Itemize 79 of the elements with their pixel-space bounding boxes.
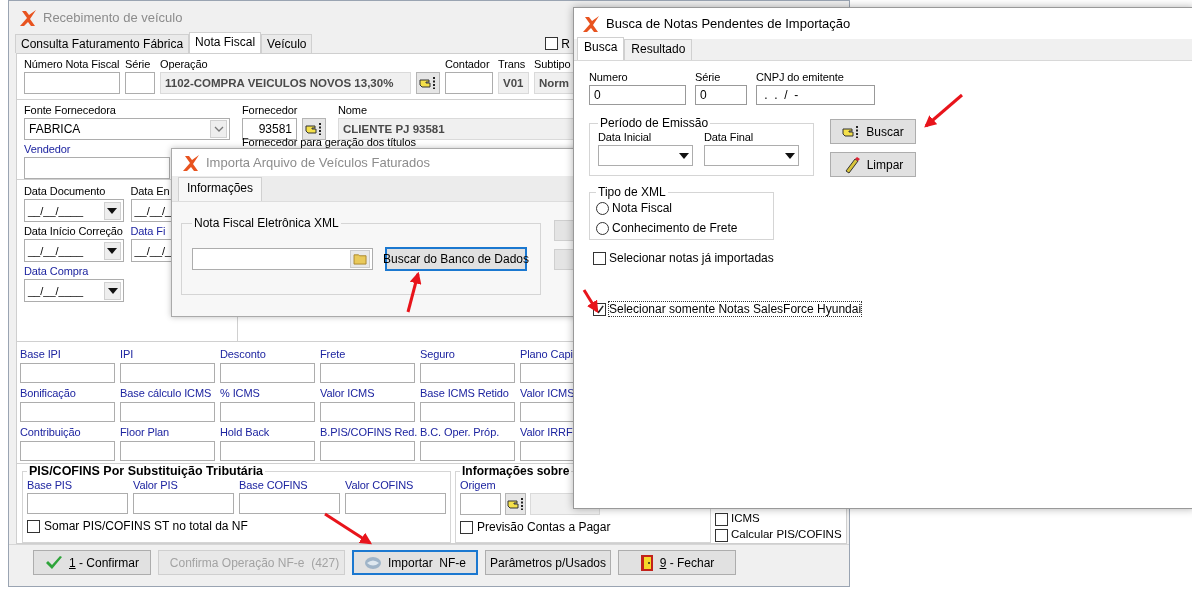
field-label: Série — [125, 57, 152, 72]
tab[interactable]: Consulta Faturamento Fábrica — [15, 34, 190, 53]
date-field[interactable]: __/__/____ — [24, 279, 124, 302]
tab[interactable]: Veículo — [261, 34, 313, 53]
field-label: Número Nota Fiscal — [24, 57, 120, 72]
window-title: Recebimento de veículo — [43, 10, 183, 25]
field-label: B.PIS/COFINS Red. — [320, 425, 415, 440]
window-title: Importa Arquivo de Veículos Faturados — [206, 155, 430, 170]
field-label: Frete — [320, 347, 347, 362]
action-button[interactable]: 9 - Fechar — [618, 550, 736, 575]
field-label: Trans — [498, 57, 527, 72]
dropdown-field[interactable]: FABRICA — [24, 118, 230, 140]
text-field[interactable]: 0 — [589, 85, 686, 105]
field-label: Data En — [130, 184, 170, 199]
field-label: Valor ICMS — [320, 386, 376, 401]
field-label: Floor Plan — [120, 425, 171, 440]
field-label: Origem — [460, 479, 496, 491]
tab[interactable]: Resultado — [624, 39, 693, 60]
read-only-field: 1102-COMPRA VEICULOS NOVOS 13,30% — [160, 72, 411, 94]
checkbox-label: ICMS — [731, 512, 760, 525]
field-label: Série — [695, 70, 722, 85]
field-label: Base COFINS — [239, 478, 309, 493]
field-label: Fornecedor — [242, 103, 299, 118]
field-label: Base PIS — [27, 478, 74, 493]
field-label: IPI — [120, 347, 135, 362]
checkbox-label: Calcular PIS/COFINS — [731, 528, 842, 541]
field-label: Valor IRRF — [520, 425, 574, 440]
field-label: % ICMS — [220, 386, 261, 401]
search-action-button[interactable]: Limpar — [830, 152, 916, 177]
action-button[interactable]: Parâmetros p/Usados — [485, 550, 611, 575]
group-title: Nota Fiscal Eletrônica XML — [193, 216, 340, 230]
checkbox-label: Previsão Contas a Pagar — [477, 520, 611, 534]
read-only-field: V01 — [498, 72, 529, 94]
field-label: Plano Capi — [520, 347, 574, 362]
action-button[interactable]: 1 - Confirmar — [33, 550, 151, 575]
field-label: Data Documento — [24, 184, 106, 199]
field-label: CNPJ do emitente — [756, 70, 845, 85]
radio-label: Nota Fiscal — [612, 201, 673, 215]
checkbox-label: Selecionar notas já importadas — [609, 251, 774, 265]
field-label: Base ICMS Retido — [420, 386, 510, 401]
field-label[interactable]: Data Fi — [130, 224, 166, 239]
field-label: Data Final — [704, 130, 755, 145]
field-label: Desconto — [220, 347, 267, 362]
checkbox-label: Somar PIS/COFINS ST no total da NF — [44, 519, 248, 533]
group-title: Informações sobre — [461, 464, 571, 478]
text-field[interactable]: . . / - — [756, 85, 875, 105]
field-label[interactable]: Vendedor — [24, 142, 170, 157]
tab[interactable]: Nota Fiscal — [189, 32, 262, 53]
field-label: Base cálculo ICMS — [120, 386, 213, 401]
checkbox-label: Selecionar somente Notas SalesForce Hyundai — [609, 302, 862, 316]
field-label: Contador — [445, 57, 491, 72]
field-label: Operação — [160, 57, 209, 72]
field-label: Data Início Correção — [24, 224, 123, 239]
search-action-button[interactable]: Buscar — [830, 119, 916, 144]
group-title: PIS/COFINS Por Substituição Tributária — [28, 464, 265, 478]
group-title: Período de Emissão — [599, 116, 710, 130]
field-label: Fonte Fornecedora — [24, 103, 117, 118]
group-title: Tipo de XML — [597, 185, 667, 199]
date-field[interactable]: __/__/____ — [24, 239, 124, 262]
action-button[interactable]: Importar NF-e — [352, 550, 478, 575]
date-field[interactable]: __/__/____ — [24, 199, 124, 222]
field-label: Valor COFINS — [345, 478, 415, 493]
window-title: Busca de Notas Pendentes de Importação — [606, 16, 851, 31]
field-label[interactable]: Data Compra — [24, 264, 89, 279]
field-label: Data Inicial — [598, 130, 653, 145]
field-label: Nome — [338, 103, 368, 118]
field-label: Base IPI — [20, 347, 62, 362]
field-label: Contribuição — [20, 425, 82, 440]
tab[interactable]: Busca — [577, 37, 625, 60]
field-label: Valor PIS — [133, 478, 179, 493]
tab[interactable]: Informações — [178, 177, 263, 201]
field-label: B.C. Oper. Próp. — [420, 425, 501, 440]
field-label: Hold Back — [220, 425, 271, 440]
field-label: Subtipo — [534, 57, 572, 72]
checkbox-label: R — [561, 36, 570, 51]
text-field[interactable]: 0 — [695, 85, 747, 105]
field-label: Seguro — [420, 347, 456, 362]
field-label: Bonificação — [20, 386, 77, 401]
radio-label: Conhecimento de Frete — [612, 221, 738, 235]
